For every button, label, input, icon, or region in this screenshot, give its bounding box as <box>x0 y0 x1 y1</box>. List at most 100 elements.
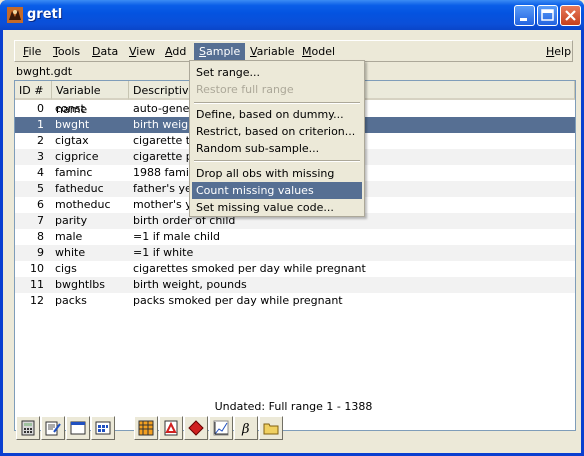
session-button[interactable] <box>91 416 115 440</box>
gretl-app-icon[interactable] <box>6 6 24 24</box>
cell-id: 5 <box>37 182 44 195</box>
menu-sample[interactable]: Sample <box>194 43 246 60</box>
table-row[interactable]: 11 bwghtlbs birth weight, pounds <box>15 277 575 293</box>
menu-item-set-missing-code[interactable]: Set missing value code... <box>192 199 362 216</box>
sample-menu-dropdown: Set range... Restore full range Define, … <box>189 60 365 217</box>
menu-item-count-missing[interactable]: Count missing values <box>192 182 362 199</box>
bookmark-icon <box>188 420 204 436</box>
cell-descriptive-label: birth weight, pounds <box>133 278 247 291</box>
cell-variable-name: cigs <box>55 262 77 275</box>
menu-model-mnemonic: M <box>302 45 312 58</box>
column-header-id[interactable]: ID # <box>15 81 52 100</box>
pdf-icon <box>164 420 178 436</box>
cell-id: 1 <box>37 118 44 131</box>
cell-id: 3 <box>37 150 44 163</box>
cell-variable-name: packs <box>55 294 87 307</box>
cell-id: 2 <box>37 134 44 147</box>
cell-descriptive-label: =1 if male child <box>133 230 221 243</box>
minimize-button[interactable] <box>514 5 535 26</box>
cell-variable-name: parity <box>55 214 88 227</box>
session-icon <box>95 421 111 435</box>
menu-tools-label: ools <box>57 45 81 58</box>
menu-view-label: iew <box>136 45 156 58</box>
window-title: gretl <box>27 7 63 22</box>
table-row[interactable]: 12 packs packs smoked per day while pregna… <box>15 293 575 309</box>
menu-help[interactable]: Help <box>541 43 576 60</box>
bookmark-button[interactable] <box>184 416 208 440</box>
table-row[interactable]: 10 cigs cigarettes smoked per day while pr… <box>15 261 575 277</box>
menu-model[interactable]: Model <box>297 43 340 60</box>
beta-icon: β <box>241 422 250 436</box>
cell-variable-name: const <box>55 102 85 115</box>
close-icon <box>565 10 576 21</box>
menu-add[interactable]: Add <box>160 43 191 60</box>
menu-view[interactable]: View <box>124 43 160 60</box>
menu-item-restrict-criterion[interactable]: Restrict, based on criterion... <box>192 123 362 140</box>
cell-descriptive-label: packs smoked per day while pregnant <box>133 294 343 307</box>
cell-variable-name: fatheduc <box>55 182 104 195</box>
plot-button[interactable] <box>209 416 233 440</box>
cell-descriptive-label: cigarettes smoked per day while pregnant <box>133 262 366 275</box>
cell-variable-name: bwghtlbs <box>55 278 106 291</box>
svg-text:β: β <box>241 422 250 436</box>
menu-item-set-range[interactable]: Set range... <box>192 64 362 81</box>
cell-id: 10 <box>30 262 44 275</box>
folder-icon <box>263 423 279 435</box>
table-icon <box>138 420 154 436</box>
dataset-filename: bwght.gdt <box>16 65 73 78</box>
menu-file-label: ile <box>28 45 42 58</box>
terminal-icon <box>70 421 86 435</box>
cell-id: 8 <box>37 230 44 243</box>
cell-id: 7 <box>37 214 44 227</box>
calculator-button[interactable] <box>16 416 40 440</box>
column-header-name[interactable]: Variable name <box>52 81 129 116</box>
table-button[interactable] <box>134 416 158 440</box>
menu-tools[interactable]: Tools <box>48 43 85 60</box>
maximize-icon <box>541 9 554 21</box>
maximize-button[interactable] <box>537 5 558 26</box>
menu-sample-label: ample <box>205 45 241 58</box>
menu-bar: File Tools Data View Add Sample Variable… <box>14 40 573 62</box>
close-button[interactable] <box>560 5 581 26</box>
cell-variable-name: motheduc <box>55 198 111 211</box>
menu-sample-mnemonic: S <box>199 45 206 58</box>
pdf-button[interactable] <box>159 416 183 440</box>
menu-item-define-dummy[interactable]: Define, based on dummy... <box>192 106 362 123</box>
cell-id: 12 <box>30 294 44 307</box>
cell-id: 4 <box>37 166 44 179</box>
menu-data[interactable]: Data <box>87 43 123 60</box>
title-bar[interactable]: gretl <box>0 0 584 30</box>
cell-variable-name: bwght <box>55 118 90 131</box>
cell-id: 6 <box>37 198 44 211</box>
menu-variable[interactable]: Variable <box>245 43 300 60</box>
menu-variable-label: ariable <box>256 45 295 58</box>
menu-separator <box>194 160 360 162</box>
console-button[interactable] <box>66 416 90 440</box>
plot-icon <box>213 420 229 436</box>
edit-script-button[interactable] <box>41 416 65 440</box>
cell-variable-name: cigtax <box>55 134 89 147</box>
cell-variable-name: white <box>55 246 86 259</box>
menu-model-label: odel <box>311 45 336 58</box>
menu-add-label: dd <box>172 45 187 58</box>
cell-id: 0 <box>37 102 44 115</box>
toolbar: β <box>16 416 296 442</box>
menu-item-random-subsample[interactable]: Random sub-sample... <box>192 140 362 157</box>
table-row[interactable]: 8 male =1 if male child <box>15 229 575 245</box>
open-button[interactable] <box>259 416 283 440</box>
table-row[interactable]: 9 white =1 if white <box>15 245 575 261</box>
menu-file[interactable]: File <box>18 43 46 60</box>
menu-data-label: ata <box>100 45 119 58</box>
cell-variable-name: cigprice <box>55 150 99 163</box>
cell-descriptive-label: =1 if white <box>133 246 194 259</box>
cell-id: 9 <box>37 246 44 259</box>
menu-variable-mnemonic: V <box>250 45 257 58</box>
cell-variable-name: male <box>55 230 83 243</box>
menu-item-restore-full-range: Restore full range <box>196 83 294 96</box>
model-button[interactable]: β <box>234 416 258 440</box>
cell-id: 11 <box>30 278 44 291</box>
cell-variable-name: faminc <box>55 166 93 179</box>
calculator-icon <box>21 420 35 436</box>
menu-help-label: elp <box>554 45 572 58</box>
menu-item-drop-missing[interactable]: Drop all obs with missing values <box>192 165 362 197</box>
